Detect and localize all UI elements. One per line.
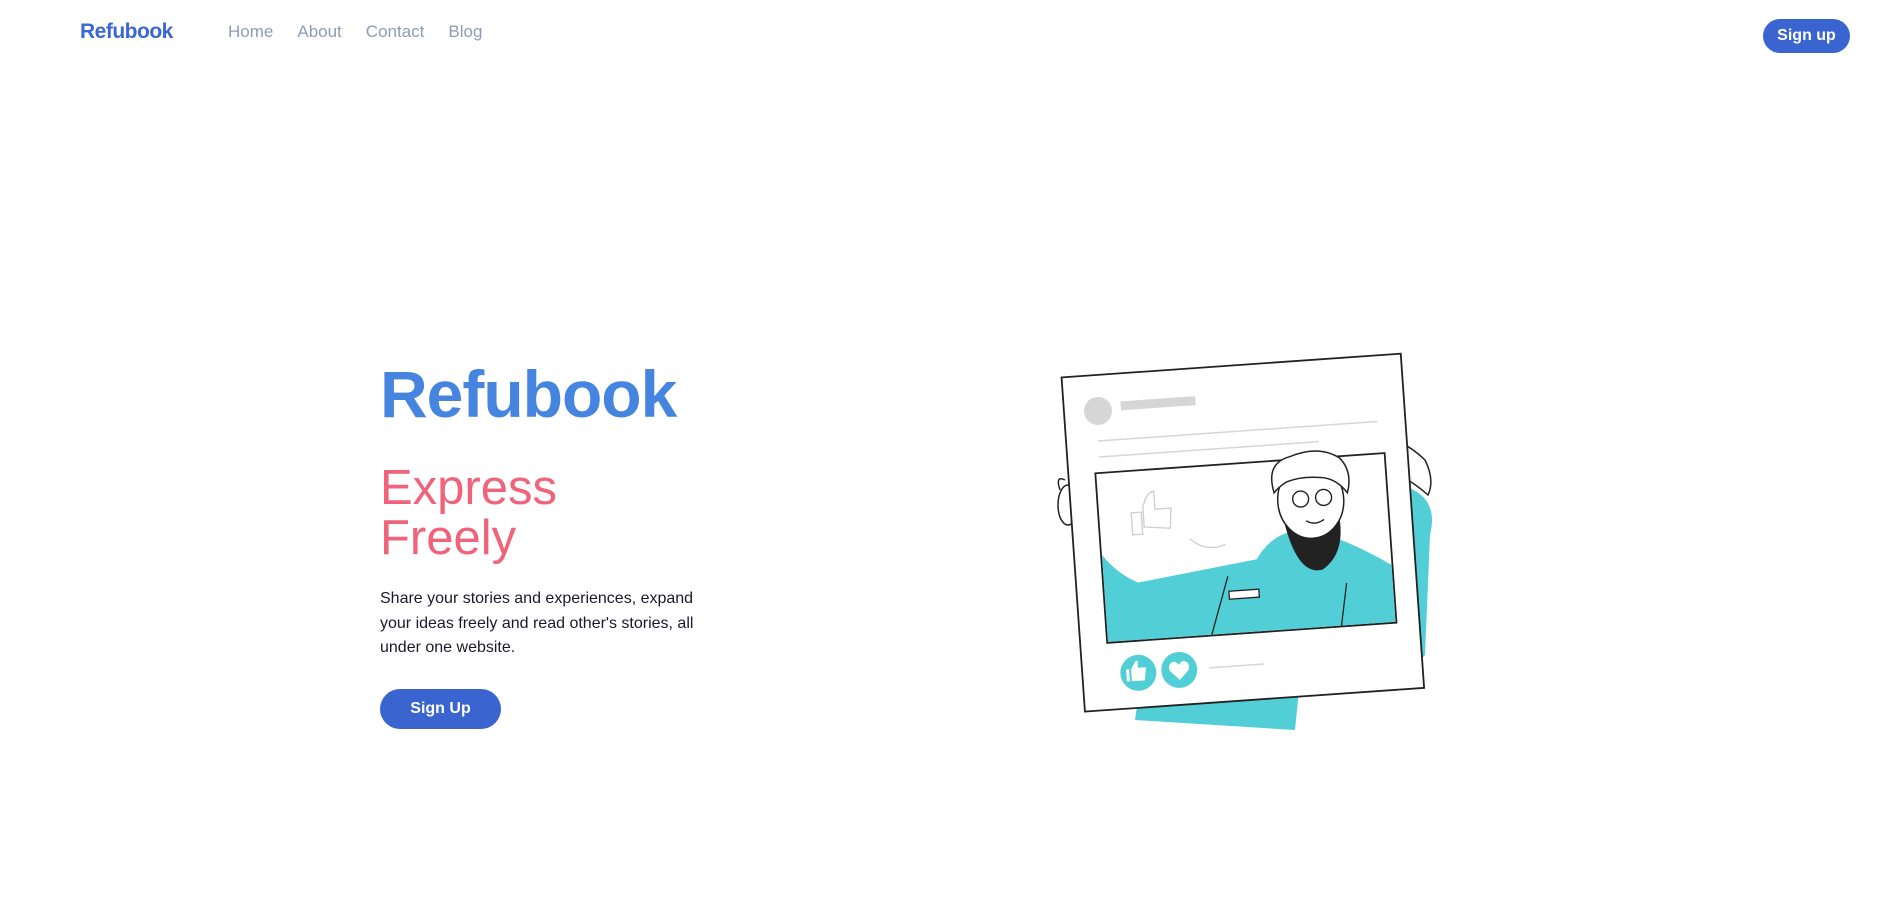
nav-link-about[interactable]: About (297, 22, 341, 42)
top-navbar: Refubook Home About Contact Blog Sign up (0, 0, 1902, 70)
brand-logo[interactable]: Refubook (80, 20, 173, 44)
post-frame-group (1060, 352, 1426, 713)
nav-link-home[interactable]: Home (228, 22, 273, 42)
hero-description: Share your stories and experiences, expa… (380, 590, 694, 656)
nav-links: Home About Contact Blog (228, 22, 482, 42)
hero-illustration (1057, 352, 1432, 730)
nav-link-blog[interactable]: Blog (448, 22, 482, 42)
nav-signup-button[interactable]: Sign up (1763, 19, 1850, 53)
photo-shirt-pocket (1228, 588, 1261, 600)
nav-link-contact[interactable]: Contact (366, 22, 425, 42)
hero-signup-button[interactable]: Sign Up (380, 688, 501, 729)
hero-section: Refubook Express Freely Share your stori… (380, 355, 720, 729)
hero-tagline: Express Freely (380, 461, 558, 565)
hero-title: Refubook (380, 357, 677, 431)
